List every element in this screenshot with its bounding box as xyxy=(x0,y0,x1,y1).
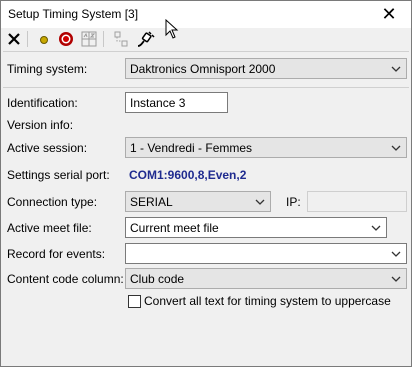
toolbar-separator xyxy=(27,31,28,47)
content-code-label: Content code column: xyxy=(7,272,124,286)
mouse-cursor-icon xyxy=(165,19,179,39)
chevron-down-icon xyxy=(391,276,401,282)
window-close-button[interactable]: ✕ xyxy=(367,1,411,28)
toolbar xyxy=(1,28,411,50)
record-events-select[interactable] xyxy=(125,243,407,264)
chevron-down-icon xyxy=(391,251,401,257)
serial-port-value: COM1:9600,8,Even,2 xyxy=(129,168,247,182)
number-grid-icon xyxy=(79,29,99,49)
disconnected-icon xyxy=(111,29,131,49)
window-title: Setup Timing System [3] xyxy=(8,7,139,21)
timing-system-select[interactable]: Daktronics Omnisport 2000 xyxy=(125,58,407,79)
connection-type-label: Connection type: xyxy=(7,195,98,209)
record-events-label: Record for events: xyxy=(7,247,106,261)
red-record-icon[interactable] xyxy=(56,29,76,49)
identification-label: Identification: xyxy=(7,96,78,110)
plug-icon[interactable] xyxy=(135,29,155,49)
version-info-label: Version info: xyxy=(7,118,74,132)
identification-input[interactable] xyxy=(125,92,228,113)
ip-label: IP: xyxy=(286,195,301,209)
divider xyxy=(3,51,409,52)
chevron-down-icon xyxy=(391,66,401,72)
content-code-select[interactable]: Club code xyxy=(125,268,407,289)
active-session-select[interactable]: 1 - Vendredi - Femmes xyxy=(125,137,407,158)
uppercase-checkbox[interactable] xyxy=(128,295,141,308)
active-session-label: Active session: xyxy=(7,141,88,155)
chevron-down-icon xyxy=(255,199,265,205)
active-meet-file-select[interactable]: Current meet file xyxy=(125,217,387,238)
dialog-window: Setup Timing System [3] ✕ Timing system:… xyxy=(0,0,412,367)
timing-system-label: Timing system: xyxy=(7,62,88,76)
active-meet-file-label: Active meet file: xyxy=(7,221,92,235)
uppercase-checkbox-label[interactable]: Convert all text for timing system to up… xyxy=(144,294,391,308)
chevron-down-icon xyxy=(371,225,381,231)
yellow-dot-icon[interactable] xyxy=(34,29,54,49)
close-icon[interactable] xyxy=(4,29,24,49)
divider xyxy=(3,87,409,88)
ip-input[interactable] xyxy=(307,191,407,212)
serial-port-label: Settings serial port: xyxy=(7,168,110,182)
title-bar: Setup Timing System [3] ✕ xyxy=(1,1,411,28)
chevron-down-icon xyxy=(391,145,401,151)
connection-type-select[interactable]: SERIAL xyxy=(125,191,271,212)
toolbar-separator xyxy=(103,31,104,47)
